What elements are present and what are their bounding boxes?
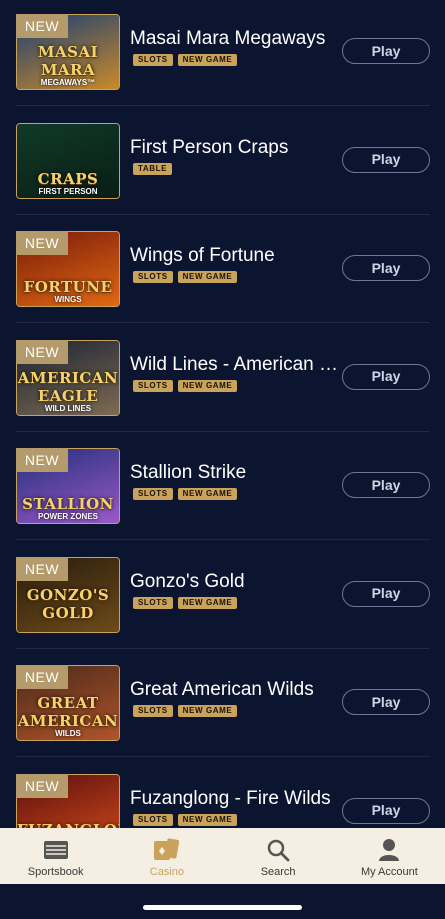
game-art-subtitle: MEGAWAYS™ [40, 78, 96, 87]
game-art-title: STALLION [22, 495, 114, 513]
tab-search[interactable]: Search [223, 828, 334, 884]
tab-sportsbook[interactable]: Sportsbook [0, 828, 111, 884]
game-row[interactable]: CRAPS FIRST PERSON First Person Craps TABLE… [16, 107, 430, 215]
category-tag: TABLE [133, 162, 173, 175]
game-row[interactable]: MASAI MARA MEGAWAYS™ NEW Masai Mara Megaway… [16, 0, 430, 106]
game-tags: SLOTS NEW GAME [133, 705, 238, 717]
category-tag: NEW GAME [177, 271, 238, 283]
game-list: MASAI MARA MEGAWAYS™ NEW Masai Mara Megaway… [0, 0, 445, 828]
play-button[interactable]: Play [342, 38, 430, 64]
home-indicator[interactable] [143, 905, 302, 910]
new-badge: NEW [16, 665, 68, 689]
game-row[interactable]: GONZO'S GOLD NEW Gonzo's Gold SLOTS NEW GAME… [16, 541, 430, 649]
game-title: Masai Mara Megaways [130, 28, 326, 49]
game-title: Fuzanglong - Fire Wilds [130, 787, 331, 809]
game-tags: SLOTS NEW GAME [133, 54, 238, 66]
category-tag: SLOTS [133, 54, 173, 66]
game-row[interactable]: FORTUNE WINGS NEW Wings of Fortune SLOTS NEW … [16, 215, 430, 323]
category-tag: NEW GAME [177, 379, 238, 392]
casino-icon [153, 837, 181, 863]
game-art-title: MASAI MARA [37, 43, 99, 79]
category-tag: NEW GAME [177, 488, 238, 500]
new-badge: NEW [16, 448, 68, 472]
game-title: Wings of Fortune [130, 245, 275, 266]
game-thumbnail[interactable]: CRAPS FIRST PERSON [16, 122, 120, 199]
tab-label: Sportsbook [27, 866, 84, 878]
play-button[interactable]: Play [342, 580, 430, 607]
new-badge: NEW [16, 14, 68, 38]
game-row[interactable]: GREAT AMERICAN WILDS NEW Great American Wil… [16, 649, 430, 757]
game-art-subtitle: WINGS [54, 295, 82, 304]
tab-my-account[interactable]: My Account [334, 828, 445, 884]
category-tag: SLOTS [133, 596, 173, 609]
play-button[interactable]: Play [342, 472, 430, 498]
new-badge: NEW [16, 339, 68, 364]
game-art-title: CRAPS [37, 169, 99, 188]
game-title: Gonzo's Gold [130, 570, 245, 592]
game-art-title: GONZO'S GOLD [26, 585, 110, 622]
bottom-tab-bar: Sportsbook Casino Search My Account [0, 828, 445, 884]
game-title: Stallion Strike [130, 462, 247, 483]
tab-casino[interactable]: Casino [111, 828, 222, 884]
home-indicator-area [0, 884, 445, 919]
game-art-title: FORTUNE [23, 278, 113, 296]
game-tags: SLOTS NEW GAME [133, 596, 238, 609]
play-button[interactable]: Play [342, 363, 430, 390]
category-tag: NEW GAME [177, 705, 238, 717]
category-tag: NEW GAME [177, 596, 238, 609]
game-tags: TABLE [133, 162, 173, 175]
new-badge: NEW [16, 773, 68, 798]
game-art-title: FUZANGLONG [17, 821, 119, 829]
play-button[interactable]: Play [342, 689, 430, 715]
search-icon [264, 837, 292, 863]
category-tag: SLOTS [133, 379, 173, 392]
game-title: Wild Lines - American Eagle [130, 353, 340, 375]
new-badge: NEW [16, 231, 68, 255]
category-tag: SLOTS [133, 813, 173, 826]
play-button[interactable]: Play [342, 255, 430, 281]
new-badge: NEW [16, 556, 68, 581]
game-art-subtitle: WILDS [55, 729, 81, 738]
game-tags: SLOTS NEW GAME [133, 379, 238, 392]
game-row[interactable]: FUZANGLONG NEW Fuzanglong - Fire Wilds SLOT… [16, 758, 430, 829]
game-tags: SLOTS NEW GAME [133, 813, 238, 826]
category-tag: SLOTS [133, 705, 173, 717]
category-tag: SLOTS [133, 488, 173, 500]
game-row[interactable]: STALLION POWER ZONES NEW Stallion Strike SLO… [16, 432, 430, 540]
category-tag: NEW GAME [177, 54, 238, 66]
game-art-subtitle: WILD LINES [44, 403, 92, 413]
game-art-subtitle: POWER ZONES [37, 512, 98, 521]
category-tag: SLOTS [133, 271, 173, 283]
play-button[interactable]: Play [342, 797, 430, 824]
play-button[interactable]: Play [342, 146, 430, 173]
game-art-title: GREAT AMERICAN [17, 694, 119, 730]
sportsbook-icon [42, 837, 70, 863]
category-tag: NEW GAME [177, 813, 238, 826]
game-title: First Person Craps [130, 136, 289, 158]
tab-label: My Account [360, 866, 418, 878]
game-row[interactable]: AMERICAN EAGLE WILD LINES NEW Wild Lines - … [16, 324, 430, 432]
tab-label: Search [260, 866, 296, 878]
game-art-title: AMERICAN EAGLE [17, 368, 119, 405]
game-tags: SLOTS NEW GAME [133, 271, 238, 283]
account-icon [375, 837, 403, 863]
game-title: Great American Wilds [130, 679, 314, 700]
game-tags: SLOTS NEW GAME [133, 488, 238, 500]
tab-label: Casino [149, 866, 184, 878]
game-art-subtitle: FIRST PERSON [38, 186, 98, 196]
